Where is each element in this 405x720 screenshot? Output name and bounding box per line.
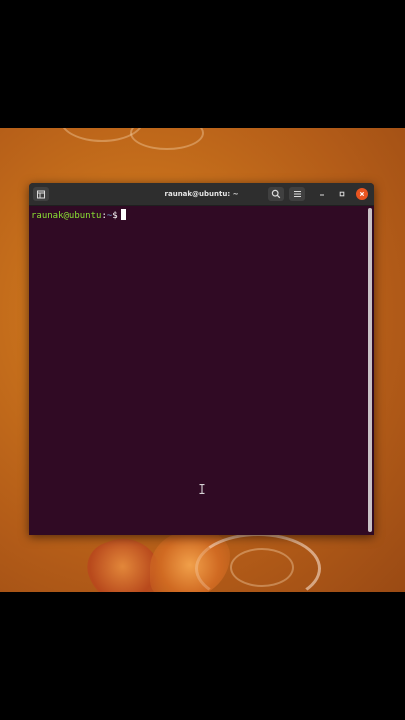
maximize-icon	[339, 191, 345, 197]
prompt-symbol: $	[112, 211, 118, 221]
ibeam-cursor-icon	[199, 484, 205, 494]
minimize-icon	[320, 194, 324, 196]
scrollbar[interactable]	[368, 208, 372, 532]
wallpaper-swirl	[230, 548, 294, 587]
prompt-line: raunak@ubuntu:~$	[31, 209, 126, 222]
hamburger-menu-icon	[293, 191, 301, 197]
terminal-window[interactable]: raunak@ubuntu: ~ raunak@ubuntu:~$	[29, 183, 374, 535]
new-tab-button[interactable]	[33, 187, 49, 201]
menu-button[interactable]	[289, 187, 305, 201]
new-tab-icon	[37, 190, 45, 198]
screen-viewport: raunak@ubuntu: ~ raunak@ubuntu:~$	[0, 0, 405, 720]
maximize-button[interactable]	[336, 188, 348, 200]
terminal-output-area[interactable]: raunak@ubuntu:~$	[29, 206, 374, 535]
search-button[interactable]	[268, 187, 284, 201]
wallpaper-swirl	[130, 128, 204, 150]
text-cursor	[120, 209, 126, 220]
window-titlebar[interactable]: raunak@ubuntu: ~	[29, 183, 374, 206]
minimize-button[interactable]	[316, 188, 328, 200]
close-icon	[359, 191, 365, 197]
search-icon	[271, 189, 281, 199]
close-button[interactable]	[356, 188, 368, 200]
prompt-user-host: raunak@ubuntu	[31, 211, 102, 221]
